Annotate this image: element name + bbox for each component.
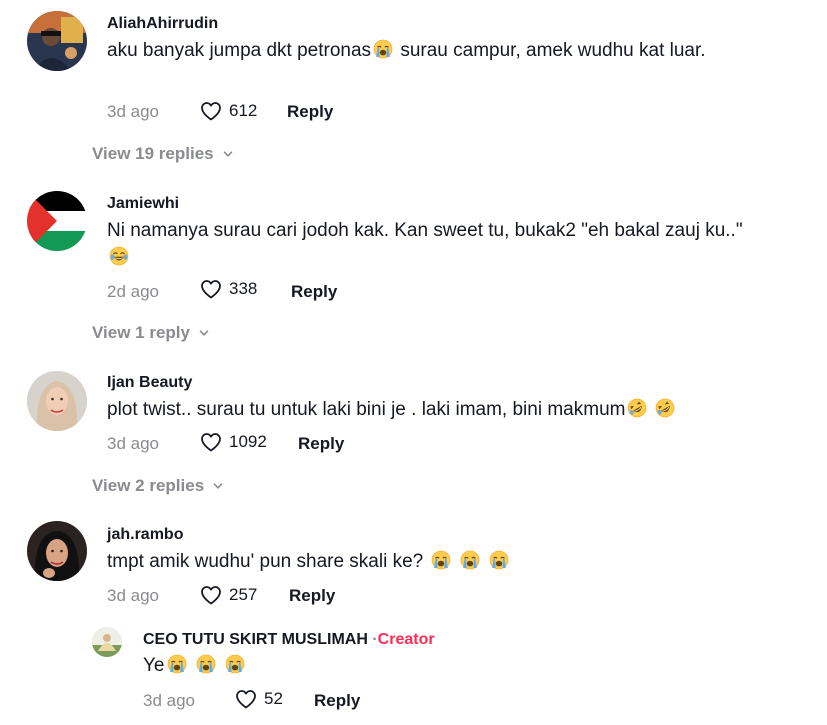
view-replies-label: View 1 reply <box>92 323 190 342</box>
loudly-crying-face-emoji <box>489 550 509 570</box>
loudly-crying-face-emoji <box>225 654 245 674</box>
avatar[interactable] <box>27 521 87 581</box>
like-button[interactable]: 1092 <box>199 430 267 454</box>
comment-text-part: surau campur, amek wudhu kat luar. <box>395 40 706 61</box>
heart-outline-icon <box>199 277 223 301</box>
comment-text: Ni namanya surau cari jodoh kak. Kan swe… <box>107 217 747 271</box>
comment-timestamp: 3d ago <box>143 691 195 710</box>
comment-timestamp: 3d ago <box>107 434 159 453</box>
view-replies-button[interactable]: View 19 replies <box>92 144 234 164</box>
like-count: 612 <box>229 101 258 120</box>
comment-username[interactable]: Jamiewhi <box>107 195 179 213</box>
comment-text-part: aku banyak jumpa dkt petronas <box>107 40 372 61</box>
view-replies-label: View 2 replies <box>92 476 205 495</box>
comment-timestamp: 3d ago <box>107 102 159 121</box>
like-count: 52 <box>264 689 283 708</box>
nested-reply-item: CEO TUTU SKIRT MUSLIMAH ·Creator Ye 3d a… <box>0 622 827 725</box>
reply-button[interactable]: Reply <box>287 102 333 122</box>
reply-button[interactable]: Reply <box>291 282 337 302</box>
comment-username[interactable]: jah.rambo <box>107 526 183 544</box>
rolling-on-floor-laughing-emoji <box>655 398 675 418</box>
comment-text: plot twist.. surau tu untuk laki bini je… <box>107 396 807 423</box>
avatar[interactable] <box>27 371 87 431</box>
comment-username[interactable]: Ijan Beauty <box>107 374 192 392</box>
comment-item: Ijan Beauty plot twist.. surau tu untuk … <box>0 360 827 510</box>
reply-button[interactable]: Reply <box>298 434 344 454</box>
loudly-crying-face-emoji <box>196 654 216 674</box>
comment-text-part: Ni namanya surau cari jodoh kak. Kan swe… <box>107 220 743 241</box>
heart-outline-icon <box>199 430 223 454</box>
comment-username[interactable]: AliahAhirrudin <box>107 15 218 33</box>
avatar[interactable] <box>27 191 87 251</box>
comment-text: tmpt amik wudhu' pun share skali ke? <box>107 548 747 575</box>
heart-outline-icon <box>234 687 258 711</box>
like-button[interactable]: 52 <box>234 687 283 711</box>
comment-text: Ye <box>143 652 783 679</box>
comment-timestamp: 2d ago <box>107 282 159 301</box>
heart-outline-icon <box>199 583 223 607</box>
view-replies-label: View 19 replies <box>92 144 214 163</box>
like-button[interactable]: 257 <box>199 583 257 607</box>
like-count: 257 <box>229 585 258 604</box>
loudly-crying-face-emoji <box>167 654 187 674</box>
chevron-down-icon <box>212 480 224 492</box>
view-replies-button[interactable]: View 2 replies <box>92 476 224 496</box>
like-count: 1092 <box>229 432 267 451</box>
loudly-crying-face-emoji <box>460 550 480 570</box>
like-count: 338 <box>229 279 258 298</box>
loudly-crying-face-emoji <box>373 39 393 59</box>
avatar[interactable] <box>92 627 122 657</box>
comment-timestamp: 3d ago <box>107 586 159 605</box>
rolling-on-floor-laughing-emoji <box>627 398 647 418</box>
comment-item: jah.rambo tmpt amik wudhu' pun share ska… <box>0 512 827 622</box>
reply-username[interactable]: CEO TUTU SKIRT MUSLIMAH <box>143 631 368 648</box>
creator-badge: Creator <box>377 631 435 648</box>
tears-of-joy-emoji <box>109 246 129 266</box>
like-button[interactable]: 612 <box>199 99 257 123</box>
loudly-crying-face-emoji <box>431 550 451 570</box>
like-button[interactable]: 338 <box>199 277 257 301</box>
chevron-down-icon <box>222 148 234 160</box>
reply-button[interactable]: Reply <box>289 586 335 606</box>
view-replies-button[interactable]: View 1 reply <box>92 323 210 343</box>
comment-text-part: tmpt amik wudhu' pun share skali ke? <box>107 551 424 572</box>
palestine-flag-icon <box>27 191 87 251</box>
comment-text: aku banyak jumpa dkt petronas surau camp… <box>107 37 747 64</box>
heart-outline-icon <box>199 99 223 123</box>
comment-text-part: Ye <box>143 655 165 676</box>
comment-item: Jamiewhi Ni namanya surau cari jodoh kak… <box>0 180 827 350</box>
avatar[interactable] <box>27 11 87 71</box>
comment-text-part: plot twist.. surau tu untuk laki bini je… <box>107 399 626 420</box>
comment-username: CEO TUTU SKIRT MUSLIMAH ·Creator <box>143 631 435 649</box>
comment-item: AliahAhirrudin aku banyak jumpa dkt petr… <box>0 0 827 170</box>
reply-button[interactable]: Reply <box>314 691 360 711</box>
chevron-down-icon <box>198 327 210 339</box>
